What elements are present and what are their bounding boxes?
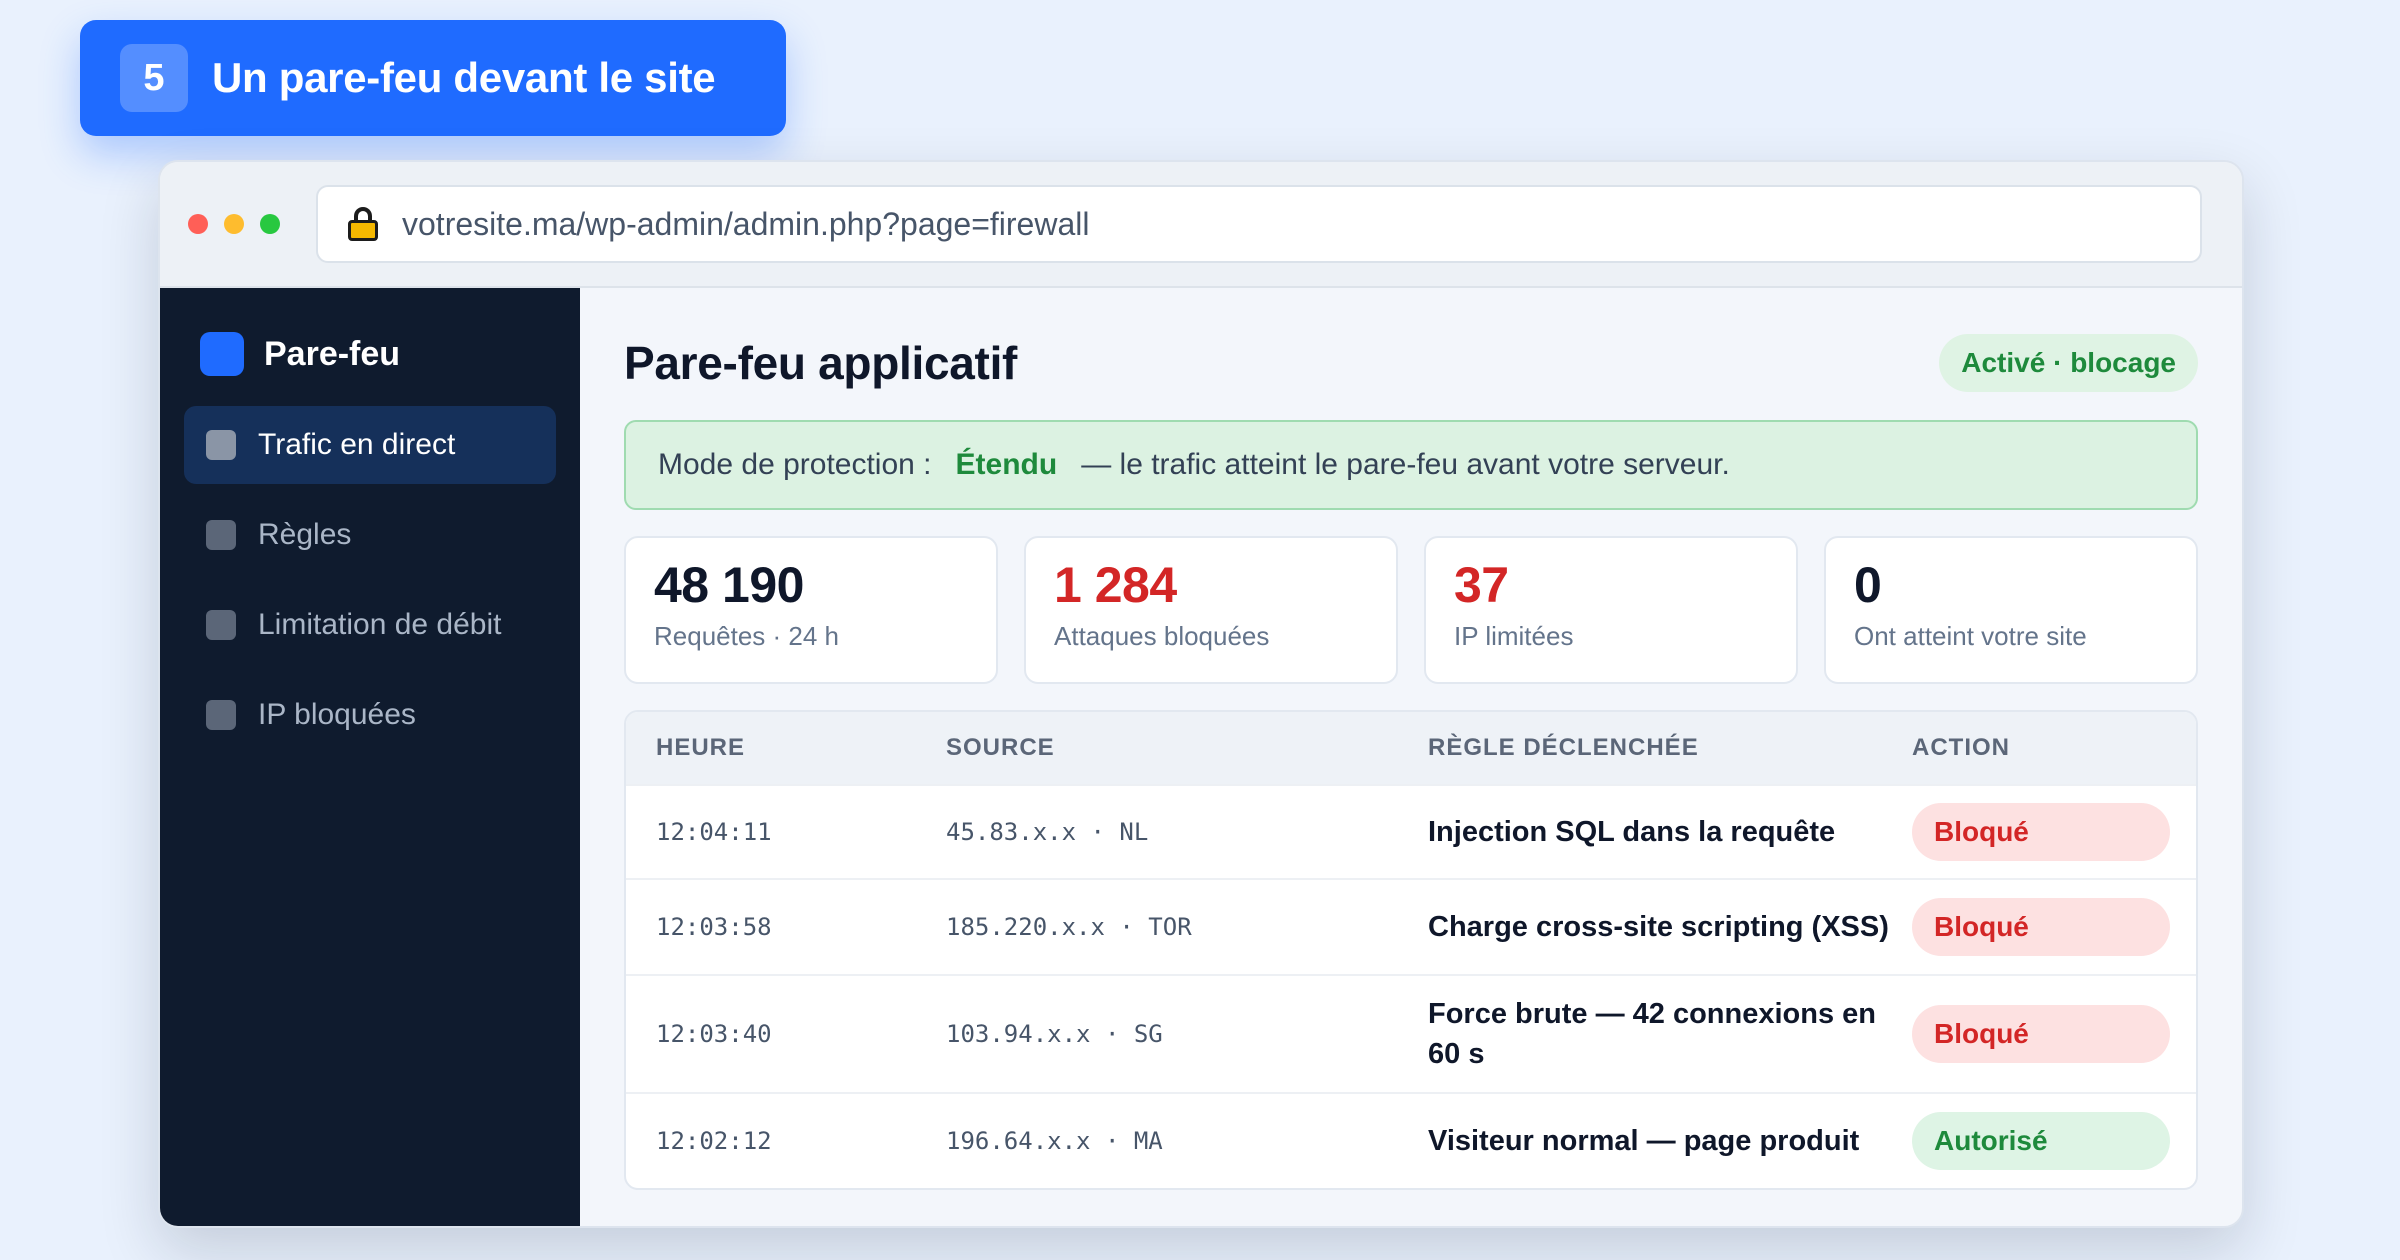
sidebar-item-label: IP bloquées: [258, 698, 416, 731]
action-badge: Autorisé: [1912, 1112, 2170, 1170]
stat-value: 37: [1454, 557, 1509, 613]
status-badge: Activé · blocage: [1939, 334, 2198, 392]
stats-row: 48 190 Requêtes · 24 h 1 284 Attaques bl…: [624, 536, 2198, 684]
row-source: 103.94.x.x · SG: [946, 1020, 1163, 1048]
row-source: 196.64.x.x · MA: [946, 1127, 1163, 1155]
stat-card-requests: 48 190 Requêtes · 24 h: [624, 536, 998, 684]
browser-chrome: votresite.ma/wp-admin/admin.php?page=fir…: [160, 162, 2242, 288]
table-row[interactable]: 12:04:11 45.83.x.x · NL Injection SQL da…: [626, 784, 2196, 878]
maximize-window-dot[interactable]: [260, 214, 280, 234]
stat-card-limited-ips: 37 IP limitées: [1424, 536, 1798, 684]
action-badge: Bloqué: [1912, 803, 2170, 861]
protection-mode-banner: Mode de protection : Étendu — le trafic …: [624, 420, 2198, 510]
stat-label: Attaques bloquées: [1054, 621, 1270, 651]
column-header-source: SOURCE: [946, 734, 1055, 761]
stat-label: IP limitées: [1454, 621, 1574, 651]
main-header: Pare-feu applicatif Activé · blocage: [624, 328, 2198, 398]
minimize-window-dot[interactable]: [224, 214, 244, 234]
brand-logo-icon: [200, 332, 244, 376]
browser-window: votresite.ma/wp-admin/admin.php?page=fir…: [158, 160, 2244, 1228]
stat-value: 1 284: [1054, 557, 1177, 613]
page-title: Pare-feu applicatif: [624, 337, 1018, 389]
sidebar-item-blocked-ips[interactable]: IP bloquées: [184, 676, 556, 754]
column-header-rule: RÈGLE DÉCLENCHÉE: [1428, 734, 1699, 761]
table-header: HEURE SOURCE RÈGLE DÉCLENCHÉE ACTION: [626, 712, 2196, 784]
brand-name: Pare-feu: [264, 334, 401, 373]
stat-value: 0: [1854, 557, 1882, 613]
sidebar: Pare-feu Trafic en direct Règles Limitat…: [160, 288, 580, 1226]
brand: Pare-feu: [184, 316, 556, 392]
main-content: Pare-feu applicatif Activé · blocage Mod…: [580, 288, 2242, 1226]
stat-card-blocked-attacks: 1 284 Attaques bloquées: [1024, 536, 1398, 684]
action-badge: Bloqué: [1912, 898, 2170, 956]
mode-label: Mode de protection :: [658, 448, 932, 481]
row-time: 12:03:40: [656, 1020, 772, 1048]
action-badge: Bloqué: [1912, 1005, 2170, 1063]
live-traffic-icon: [206, 430, 236, 460]
stat-card-reached-site: 0 Ont atteint votre site: [1824, 536, 2198, 684]
stat-label: Requêtes · 24 h: [654, 621, 840, 651]
step-title: Un pare-feu devant le site: [212, 54, 716, 101]
rules-icon: [206, 520, 236, 550]
mode-value: Étendu: [955, 448, 1058, 481]
address-bar[interactable]: votresite.ma/wp-admin/admin.php?page=fir…: [316, 185, 2202, 263]
sidebar-item-label: Trafic en direct: [258, 428, 456, 461]
column-header-time: HEURE: [656, 734, 746, 761]
row-time: 12:02:12: [656, 1127, 772, 1155]
row-time: 12:03:58: [656, 913, 772, 941]
row-rule: Charge cross-site scripting (XSS): [1428, 910, 1889, 943]
step-number: 5: [120, 44, 188, 112]
table-row[interactable]: 12:02:12 196.64.x.x · MA Visiteur normal…: [626, 1092, 2196, 1188]
stat-value: 48 190: [654, 557, 804, 613]
mode-description: — le trafic atteint le pare-feu avant vo…: [1081, 448, 1730, 481]
sidebar-item-label: Règles: [258, 518, 352, 551]
rate-limiting-icon: [206, 610, 236, 640]
stat-label: Ont atteint votre site: [1854, 621, 2087, 651]
blocked-ips-icon: [206, 700, 236, 730]
row-rule: Force brute — 42 connexions en 60 s: [1428, 997, 1876, 1070]
row-rule: Injection SQL dans la requête: [1428, 815, 1836, 848]
app-area: Pare-feu Trafic en direct Règles Limitat…: [160, 288, 2242, 1226]
row-time: 12:04:11: [656, 818, 772, 846]
table-row[interactable]: 12:03:40 103.94.x.x · SG Force brute — 4…: [626, 974, 2196, 1092]
step-badge: 5 Un pare-feu devant le site: [80, 20, 786, 136]
traffic-log-table: HEURE SOURCE RÈGLE DÉCLENCHÉE ACTION 12:…: [624, 710, 2198, 1190]
sidebar-item-rate-limiting[interactable]: Limitation de débit: [184, 586, 556, 664]
lock-icon: [348, 207, 378, 241]
sidebar-item-rules[interactable]: Règles: [184, 496, 556, 574]
row-source: 45.83.x.x · NL: [946, 818, 1149, 846]
column-header-action: ACTION: [1912, 734, 2010, 761]
sidebar-item-label: Limitation de débit: [258, 608, 502, 641]
url-text: votresite.ma/wp-admin/admin.php?page=fir…: [402, 205, 1090, 242]
row-source: 185.220.x.x · TOR: [946, 913, 1192, 941]
close-window-dot[interactable]: [188, 214, 208, 234]
sidebar-item-live-traffic[interactable]: Trafic en direct: [184, 406, 556, 484]
row-rule: Visiteur normal — page produit: [1428, 1124, 1860, 1157]
table-row[interactable]: 12:03:58 185.220.x.x · TOR Charge cross-…: [626, 878, 2196, 974]
